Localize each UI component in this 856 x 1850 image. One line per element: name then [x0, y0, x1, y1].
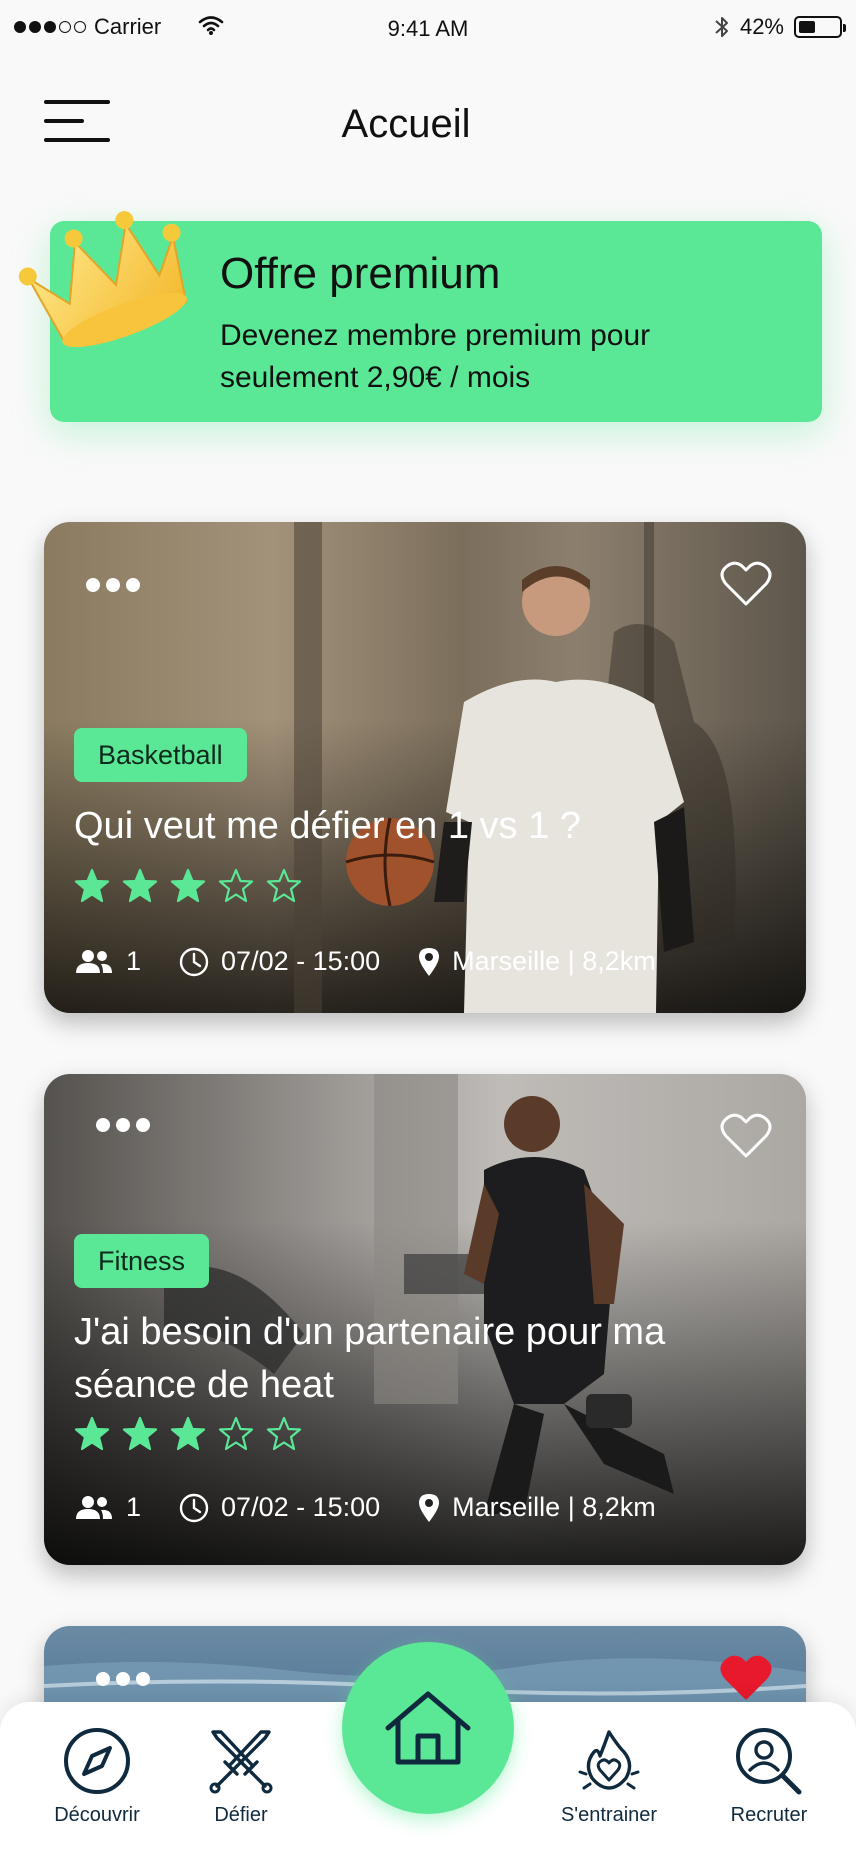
status-bar: Carrier 9:41 AM 42%: [0, 0, 856, 56]
datetime-text: 07/02 - 15:00: [221, 1492, 381, 1522]
challenge-card[interactable]: Fitness J'ai besoin d'un partenaire pour…: [44, 1074, 806, 1565]
location: Marseille | 8,2km: [418, 946, 656, 977]
clock-icon: [179, 947, 209, 976]
more-icon[interactable]: [86, 578, 140, 592]
status-right: 42%: [714, 14, 846, 40]
star-filled-icon: [74, 868, 110, 903]
more-icon[interactable]: [96, 1118, 150, 1132]
datetime-text: 07/02 - 15:00: [221, 946, 381, 976]
datetime: 07/02 - 15:00: [179, 1492, 380, 1523]
location-pin-icon: [419, 947, 440, 976]
nav-recruit-label: Recruter: [730, 1804, 808, 1826]
card-meta: 1 07/02 - 15:00 Marseille | 8,2km: [74, 946, 776, 977]
nav-discover[interactable]: Découvrir: [32, 1726, 162, 1827]
crown-icon: [18, 211, 188, 348]
battery-fill: [799, 21, 815, 33]
sport-tag: Fitness: [74, 1234, 210, 1288]
clock-icon: [179, 1493, 209, 1522]
group-icon: [76, 1495, 112, 1519]
app-header: Accueil: [0, 80, 856, 160]
swords-icon: [209, 1730, 273, 1794]
heart-icon[interactable]: [720, 1112, 772, 1160]
nav-train-label: S'entrainer: [560, 1804, 658, 1826]
nav-challenge[interactable]: Défier: [176, 1726, 306, 1827]
nav-challenge-label: Défier: [214, 1804, 268, 1826]
star-empty-icon: [266, 1416, 302, 1451]
home-icon: [385, 1691, 471, 1765]
nav-recruit[interactable]: Recruter: [704, 1726, 834, 1827]
challenge-card[interactable]: Basketball Qui veut me défier en 1 vs 1 …: [44, 522, 806, 1013]
star-filled-icon: [122, 1416, 158, 1451]
participants-count: 1: [126, 1492, 142, 1522]
bluetooth-icon: [715, 17, 728, 37]
rating-stars: [74, 868, 302, 904]
heart-icon[interactable]: [720, 560, 772, 608]
star-empty-icon: [266, 868, 302, 903]
participants-count: 1: [126, 946, 142, 976]
participants: 1: [74, 1492, 141, 1523]
flame-heart-icon: [578, 1730, 640, 1790]
rating-stars: [74, 1416, 302, 1452]
location-pin-icon: [419, 1493, 440, 1522]
more-icon[interactable]: [96, 1672, 150, 1686]
nav-discover-label: Découvrir: [54, 1804, 140, 1826]
premium-subtitle: Devenez membre premium pour seulement 2,…: [220, 319, 651, 394]
location-text: Marseille | 8,2km: [452, 946, 656, 976]
card-title: J'ai besoin d'un partenaire pour ma séan…: [74, 1311, 666, 1406]
battery-icon: [794, 16, 846, 38]
sport-tag: Basketball: [74, 728, 247, 782]
group-icon: [76, 949, 112, 973]
home-button[interactable]: [342, 1642, 514, 1814]
compass-icon: [64, 1728, 130, 1794]
battery-percent: 42%: [739, 14, 784, 39]
search-person-icon: [736, 1728, 802, 1795]
star-filled-icon: [122, 868, 158, 903]
participants: 1: [74, 946, 141, 977]
card-title: Qui veut me défier en 1 vs 1 ?: [74, 805, 581, 847]
location: Marseille | 8,2km: [418, 1492, 656, 1523]
star-empty-icon: [218, 868, 254, 903]
star-filled-icon: [170, 1416, 206, 1451]
heart-icon[interactable]: [720, 1654, 772, 1702]
star-filled-icon: [74, 1416, 110, 1451]
location-text: Marseille | 8,2km: [452, 1492, 656, 1522]
datetime: 07/02 - 15:00: [179, 946, 380, 977]
page-title: Accueil: [341, 102, 471, 146]
card-meta: 1 07/02 - 15:00 Marseille | 8,2km: [74, 1492, 776, 1523]
nav-train[interactable]: S'entrainer: [544, 1726, 674, 1827]
premium-title: Offre premium: [220, 249, 501, 298]
star-empty-icon: [218, 1416, 254, 1451]
star-filled-icon: [170, 868, 206, 903]
